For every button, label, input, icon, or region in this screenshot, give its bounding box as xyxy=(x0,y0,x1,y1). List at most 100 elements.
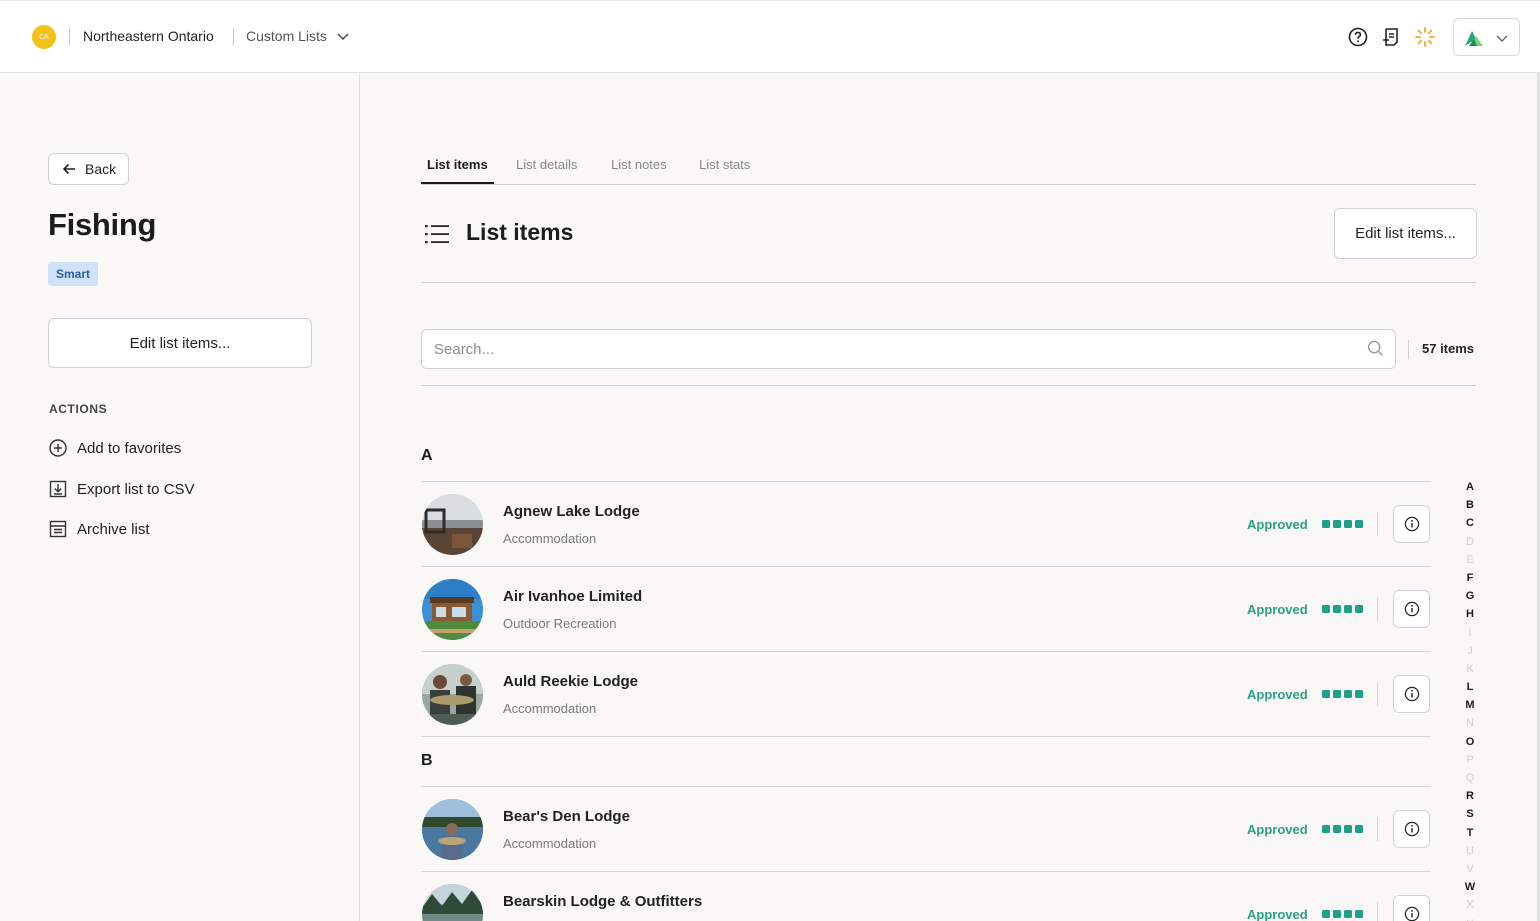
group-letter: A xyxy=(421,447,433,464)
rating-indicator xyxy=(1322,910,1363,918)
edit-list-items-button[interactable]: Edit list items... xyxy=(1334,208,1477,259)
item-name[interactable]: Bear's Den Lodge xyxy=(503,808,630,825)
section-title: List items xyxy=(466,219,574,245)
rating-indicator xyxy=(1322,690,1363,698)
info-button[interactable] xyxy=(1393,895,1430,921)
action-label: Export list to CSV xyxy=(77,480,195,498)
alphabet-letter-x: X xyxy=(1466,899,1474,912)
item-thumbnail xyxy=(422,799,483,860)
tab-list-stats[interactable]: List stats xyxy=(699,157,750,172)
divider xyxy=(421,385,1476,386)
divider xyxy=(1377,817,1378,841)
info-icon xyxy=(1404,516,1419,532)
alphabet-letter-m[interactable]: M xyxy=(1462,696,1478,714)
divider xyxy=(1377,682,1378,706)
add-to-favorites-action[interactable]: Add to favorites xyxy=(48,436,181,460)
tab-list-items[interactable]: List items xyxy=(427,157,488,172)
alphabet-letter-f[interactable]: F xyxy=(1462,569,1478,587)
alphabet-letter-c[interactable]: C xyxy=(1462,514,1478,532)
plus-circle-icon xyxy=(49,439,67,457)
alphabet-letter-p: P xyxy=(1466,753,1474,766)
item-name[interactable]: Auld Reekie Lodge xyxy=(503,673,638,690)
download-icon xyxy=(49,480,67,498)
alphabet-letter-d: D xyxy=(1466,535,1474,548)
breadcrumb-custom-lists[interactable]: Custom Lists xyxy=(246,28,327,44)
action-label: Add to favorites xyxy=(77,439,182,457)
sparkle-icon[interactable] xyxy=(1414,26,1436,48)
info-button[interactable] xyxy=(1393,505,1430,543)
alphabet-letter-a[interactable]: A xyxy=(1462,478,1478,496)
info-button[interactable] xyxy=(1393,590,1430,628)
info-icon xyxy=(1404,601,1419,617)
item-thumbnail xyxy=(422,579,483,640)
tab-list-notes[interactable]: List notes xyxy=(611,157,667,172)
divider xyxy=(1377,902,1378,921)
list-item[interactable]: Bear's Den Lodge Accommodation Approved xyxy=(421,787,1431,871)
alphabet-letter-b[interactable]: B xyxy=(1462,496,1478,514)
user-logo-icon xyxy=(1465,31,1483,46)
document-icon[interactable] xyxy=(1380,26,1402,48)
info-icon xyxy=(1404,686,1419,702)
status-badge: Smart xyxy=(48,262,99,286)
tabs: List items List details List notes List … xyxy=(421,148,1476,185)
account-menu-button[interactable] xyxy=(1453,18,1520,56)
status-label: Approved xyxy=(1247,822,1308,837)
divider xyxy=(421,736,1431,737)
chevron-down-icon[interactable] xyxy=(336,29,350,43)
item-name[interactable]: Air Ivanhoe Limited xyxy=(503,588,642,605)
alphabet-index: ABCDEFGHIJKLMNOPQRSTUVWXY xyxy=(1462,478,1478,921)
archive-icon xyxy=(49,520,67,538)
alphabet-letter-h[interactable]: H xyxy=(1462,605,1478,623)
item-count: 57 items xyxy=(1422,341,1475,356)
actions-heading: ACTIONS xyxy=(49,402,108,416)
alphabet-letter-e: E xyxy=(1466,553,1474,566)
status-label: Approved xyxy=(1247,602,1308,617)
item-category: Accommodation xyxy=(503,531,597,546)
item-thumbnail xyxy=(422,494,483,555)
alphabet-letter-l[interactable]: L xyxy=(1462,678,1478,696)
top-bar: CA Northeastern Ontario Custom Lists xyxy=(0,0,1540,73)
item-thumbnail xyxy=(422,664,483,725)
status-label: Approved xyxy=(1247,687,1308,702)
alphabet-letter-g[interactable]: G xyxy=(1462,587,1478,605)
export-csv-action[interactable]: Export list to CSV xyxy=(48,477,195,501)
item-category: Accommodation xyxy=(503,836,597,851)
info-button[interactable] xyxy=(1393,675,1430,713)
search-icon[interactable] xyxy=(1367,340,1384,357)
list-item[interactable]: Auld Reekie Lodge Accommodation Approved xyxy=(421,652,1431,736)
page-title: Fishing xyxy=(48,207,157,242)
tab-list-details[interactable]: List details xyxy=(516,157,577,172)
info-button[interactable] xyxy=(1393,810,1430,848)
back-button[interactable]: Back xyxy=(48,153,129,185)
divider xyxy=(233,28,234,46)
alphabet-letter-k: K xyxy=(1466,662,1474,675)
rating-indicator xyxy=(1322,825,1363,833)
help-icon[interactable] xyxy=(1347,26,1369,48)
item-name[interactable]: Bearskin Lodge & Outfitters xyxy=(503,893,702,910)
arrow-left-icon xyxy=(62,163,75,175)
alphabet-letter-u: U xyxy=(1466,844,1474,857)
list-item[interactable]: Agnew Lake Lodge Accommodation Approved xyxy=(421,482,1431,566)
alphabet-letter-n: N xyxy=(1466,717,1474,730)
divider xyxy=(1377,597,1378,621)
alphabet-letter-t[interactable]: T xyxy=(1462,824,1478,842)
edit-list-items-button[interactable]: Edit list items... xyxy=(48,318,312,368)
action-label: Archive list xyxy=(77,520,150,538)
item-thumbnail xyxy=(422,884,483,921)
info-icon xyxy=(1404,821,1419,837)
alphabet-letter-q: Q xyxy=(1465,772,1475,784)
divider xyxy=(69,28,70,46)
list-item[interactable]: Bearskin Lodge & Outfitters Approved xyxy=(421,872,1431,921)
divider xyxy=(421,282,1476,283)
archive-list-action[interactable]: Archive list xyxy=(48,517,150,541)
list-item[interactable]: Air Ivanhoe Limited Outdoor Recreation A… xyxy=(421,567,1431,651)
org-name[interactable]: Northeastern Ontario xyxy=(83,28,214,44)
alphabet-letter-o[interactable]: O xyxy=(1462,733,1478,751)
alphabet-letter-r[interactable]: R xyxy=(1462,787,1478,805)
org-logo[interactable]: CA xyxy=(32,25,56,49)
alphabet-letter-s[interactable]: S xyxy=(1462,805,1478,823)
alphabet-letter-w[interactable]: W xyxy=(1462,878,1478,896)
active-tab-indicator xyxy=(421,182,494,184)
search-input[interactable] xyxy=(421,329,1396,369)
item-name[interactable]: Agnew Lake Lodge xyxy=(503,503,640,520)
